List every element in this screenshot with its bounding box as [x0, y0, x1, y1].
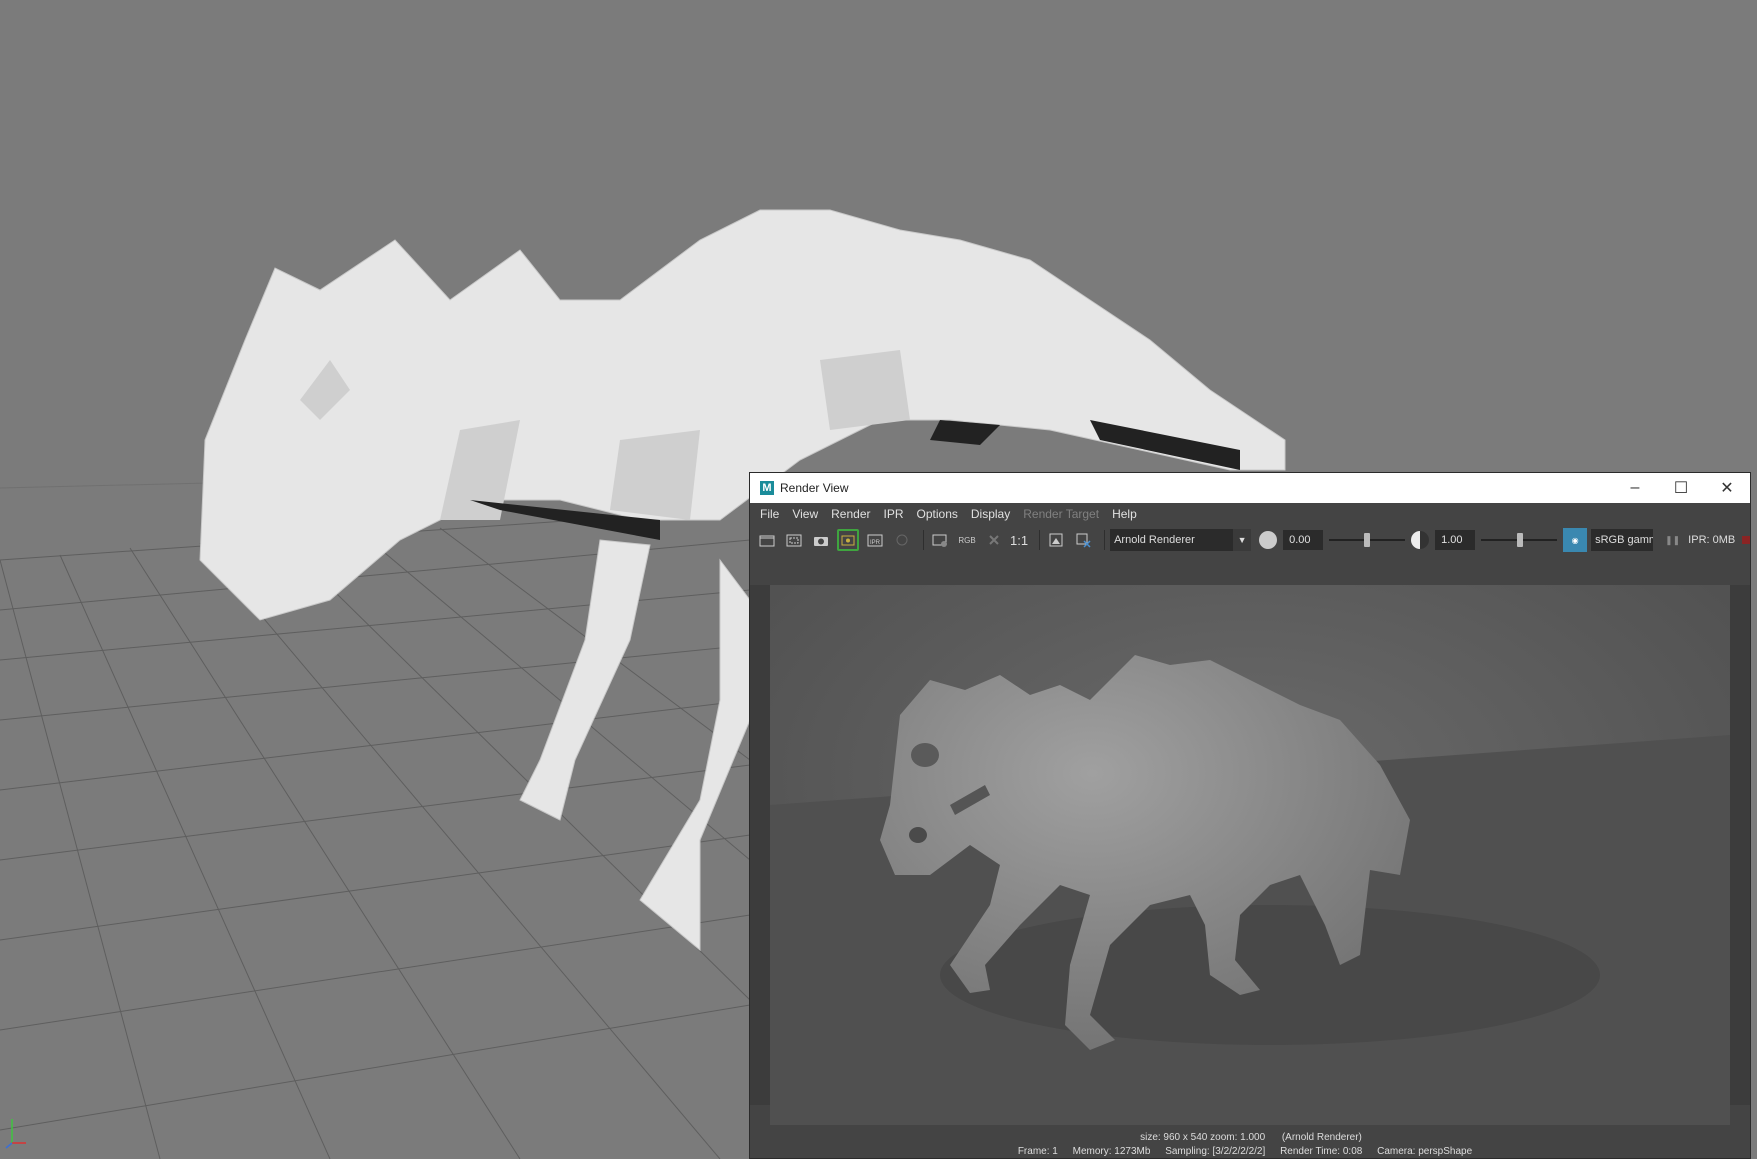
- menu-bar: File View Render IPR Options Display Ren…: [750, 503, 1750, 525]
- stop-icon: [891, 529, 913, 551]
- ipr-memory: IPR: 0MB: [1688, 534, 1736, 546]
- menu-options[interactable]: Options: [917, 507, 958, 521]
- remove-image-icon[interactable]: [1072, 529, 1094, 551]
- toolbar-separator: [1039, 530, 1041, 550]
- stop-ipr-icon[interactable]: [1742, 536, 1750, 544]
- menu-view[interactable]: View: [792, 507, 818, 521]
- snapshot-icon[interactable]: [810, 529, 832, 551]
- close-button[interactable]: ✕: [1704, 473, 1750, 503]
- ipr-region-icon[interactable]: IPR: [864, 529, 886, 551]
- render-settings-icon[interactable]: [929, 529, 951, 551]
- render-time-info: Render Time: 0:08: [1280, 1146, 1363, 1157]
- menu-help[interactable]: Help: [1112, 507, 1137, 521]
- render-canvas[interactable]: [750, 585, 1750, 1125]
- exposure-slider[interactable]: [1329, 531, 1406, 549]
- toolbar-separator: [923, 530, 924, 550]
- pause-icon[interactable]: ❚❚: [1665, 535, 1680, 546]
- status-bar: size: 960 x 540 zoom: 1.000 (Arnold Rend…: [750, 1131, 1750, 1158]
- memory-info: Memory: 1273Mb: [1072, 1146, 1151, 1157]
- real-size-icon[interactable]: 1:1: [1010, 533, 1028, 548]
- toolbar: IPR RGB 1:1 Arnold Renderer ▼ 0.00 1.00 …: [750, 525, 1750, 555]
- render-frame-icon[interactable]: [756, 529, 778, 551]
- camera-info: Camera: perspShape: [1377, 1146, 1473, 1157]
- gamma-icon[interactable]: [1411, 531, 1430, 549]
- menu-file[interactable]: File: [760, 507, 779, 521]
- image-size-info: size: 960 x 540 zoom: 1.000: [1140, 1132, 1266, 1143]
- axis-gizmo-icon: [4, 1115, 30, 1149]
- svg-text:IPR: IPR: [870, 540, 881, 546]
- menu-ipr[interactable]: IPR: [884, 507, 904, 521]
- menu-render-target: Render Target: [1023, 507, 1100, 521]
- minimize-button[interactable]: –: [1612, 473, 1658, 503]
- maximize-button[interactable]: ☐: [1658, 473, 1704, 503]
- render-view-window: M Render View – ☐ ✕ File View Render IPR…: [749, 472, 1751, 1159]
- toolbar-separator: [1104, 530, 1106, 550]
- status-line-1: size: 960 x 540 zoom: 1.000 (Arnold Rend…: [750, 1131, 1750, 1145]
- sampling-info: Sampling: [3/2/2/2/2/2]: [1165, 1146, 1266, 1157]
- title-bar[interactable]: M Render View – ☐ ✕: [750, 473, 1750, 503]
- display-alpha-icon[interactable]: [983, 529, 1005, 551]
- gamma-field[interactable]: 1.00: [1435, 530, 1476, 550]
- keep-image-icon[interactable]: [1045, 529, 1067, 551]
- maya-logo-icon: M: [760, 481, 774, 495]
- status-line-2: Frame: 1 Memory: 1273Mb Sampling: [3/2/2…: [750, 1145, 1750, 1158]
- menu-display[interactable]: Display: [971, 507, 1010, 521]
- window-title: Render View: [780, 481, 849, 495]
- render-region-icon[interactable]: [783, 529, 805, 551]
- ipr-render-icon[interactable]: [837, 529, 859, 551]
- exposure-field[interactable]: 0.00: [1283, 530, 1324, 550]
- exposure-icon[interactable]: [1259, 531, 1278, 549]
- renderer-dropdown[interactable]: Arnold Renderer ▼: [1110, 529, 1252, 551]
- rgb-channels-icon[interactable]: RGB: [956, 529, 978, 551]
- chevron-down-icon: ▼: [1233, 529, 1252, 551]
- color-space-dropdown[interactable]: sRGB gamma: [1591, 529, 1654, 551]
- renderer-value: Arnold Renderer: [1114, 534, 1195, 546]
- gamma-slider[interactable]: [1481, 531, 1558, 549]
- renderer-info: (Arnold Renderer): [1281, 1132, 1362, 1143]
- menu-render[interactable]: Render: [831, 507, 870, 521]
- color-management-icon[interactable]: ◉: [1563, 528, 1588, 552]
- rendered-image: [770, 585, 1730, 1125]
- frame-info: Frame: 1: [1017, 1146, 1058, 1157]
